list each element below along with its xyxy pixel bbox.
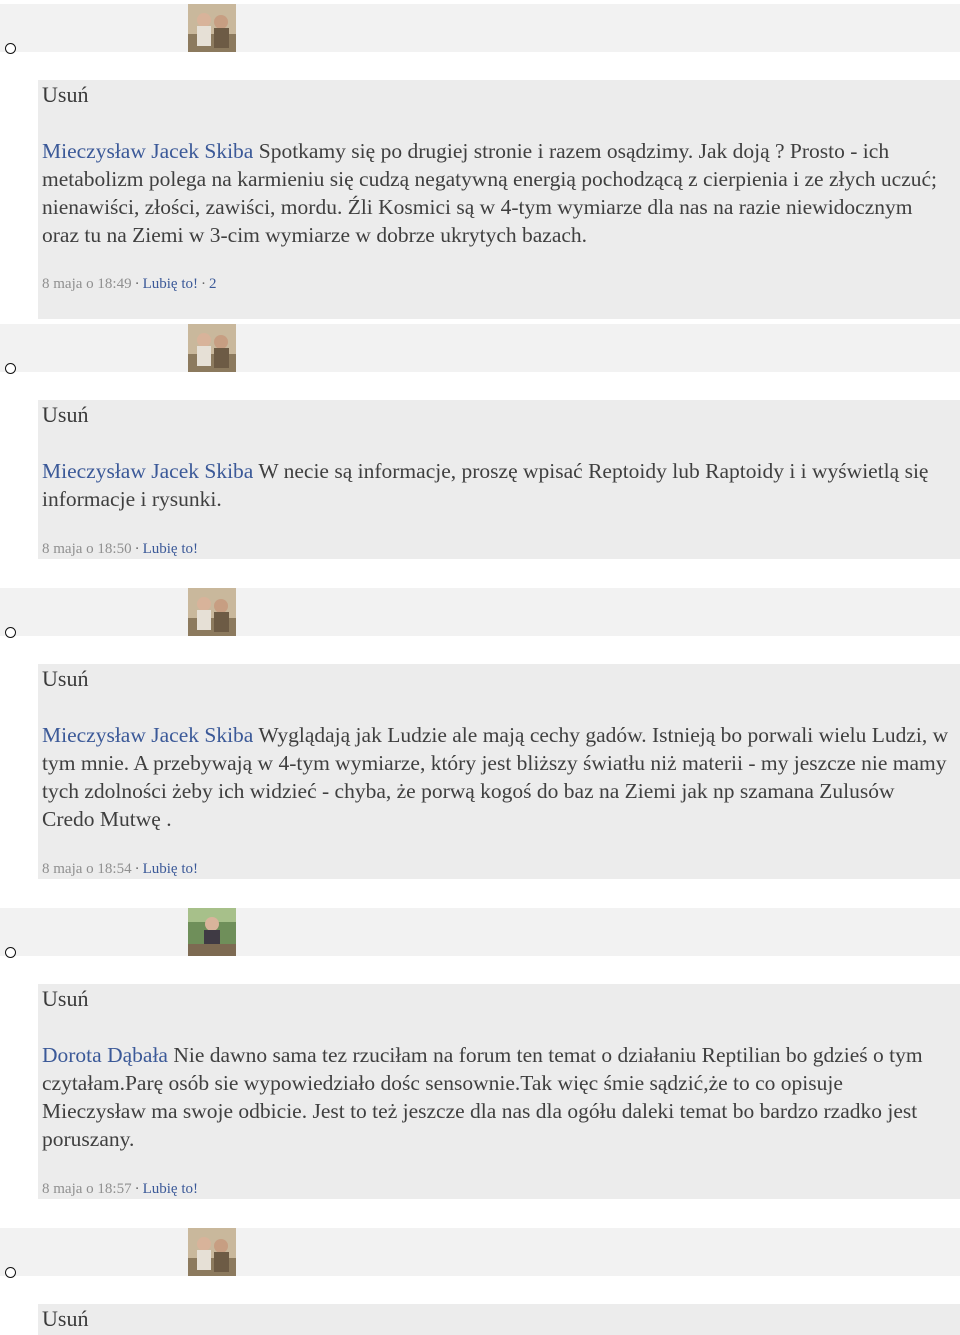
- author-link[interactable]: Mieczysław Jacek Skiba: [42, 459, 253, 483]
- like-link[interactable]: Lubię to!: [143, 1181, 198, 1197]
- separator: ·: [200, 276, 206, 292]
- comment-text: Dorota Dąbała Nie dawno sama tez rzuciła…: [42, 1041, 952, 1153]
- timestamp[interactable]: 8 maja o 18:50: [42, 541, 132, 557]
- circle-bullet-icon: [5, 1267, 16, 1278]
- user-avatar[interactable]: [188, 588, 236, 636]
- comment-body: [38, 1304, 960, 1335]
- avatar-row: [0, 324, 960, 372]
- comment-text: Mieczysław Jacek Skiba W necie są inform…: [42, 457, 952, 513]
- circle-bullet-icon: [5, 363, 16, 374]
- avatar-row: [0, 4, 960, 52]
- comment-meta: 8 maja o 18:57 · Lubię to!: [42, 1181, 198, 1198]
- avatar-row: [0, 1228, 960, 1276]
- user-avatar[interactable]: [188, 324, 236, 372]
- comment-meta: 8 maja o 18:54 · Lubię to!: [42, 861, 198, 878]
- delete-link[interactable]: Usuń: [42, 986, 88, 1012]
- comment-meta: 8 maja o 18:49 · Lubię to! · 2: [42, 276, 216, 293]
- separator: ·: [134, 1181, 140, 1197]
- avatar-row: [0, 588, 960, 636]
- delete-link[interactable]: Usuń: [42, 1306, 88, 1332]
- delete-link[interactable]: Usuń: [42, 82, 88, 108]
- like-link[interactable]: Lubię to!: [143, 276, 198, 292]
- circle-bullet-icon: [5, 627, 16, 638]
- author-link[interactable]: Mieczysław Jacek Skiba: [42, 139, 253, 163]
- user-avatar[interactable]: [188, 1228, 236, 1276]
- delete-link[interactable]: Usuń: [42, 666, 88, 692]
- comment-message: Nie dawno sama tez rzuciłam na forum ten…: [42, 1043, 923, 1151]
- circle-bullet-icon: [5, 43, 16, 54]
- delete-link[interactable]: Usuń: [42, 402, 88, 428]
- separator: ·: [134, 861, 140, 877]
- user-avatar[interactable]: [188, 908, 236, 956]
- timestamp[interactable]: 8 maja o 18:49: [42, 276, 132, 292]
- separator: ·: [134, 276, 140, 292]
- separator: ·: [134, 541, 140, 557]
- like-link[interactable]: Lubię to!: [143, 861, 198, 877]
- user-avatar[interactable]: [188, 4, 236, 52]
- timestamp[interactable]: 8 maja o 18:57: [42, 1181, 132, 1197]
- avatar-row: [0, 908, 960, 956]
- author-link[interactable]: Dorota Dąbała: [42, 1043, 168, 1067]
- like-count[interactable]: 2: [209, 276, 217, 292]
- timestamp[interactable]: 8 maja o 18:54: [42, 861, 132, 877]
- comment-text: Mieczysław Jacek Skiba Wyglądają jak Lud…: [42, 721, 952, 833]
- author-link[interactable]: Mieczysław Jacek Skiba: [42, 723, 253, 747]
- like-link[interactable]: Lubię to!: [143, 541, 198, 557]
- comment-text: Mieczysław Jacek Skiba Spotkamy się po d…: [42, 137, 952, 249]
- comment-meta: 8 maja o 18:50 · Lubię to!: [42, 541, 198, 558]
- circle-bullet-icon: [5, 947, 16, 958]
